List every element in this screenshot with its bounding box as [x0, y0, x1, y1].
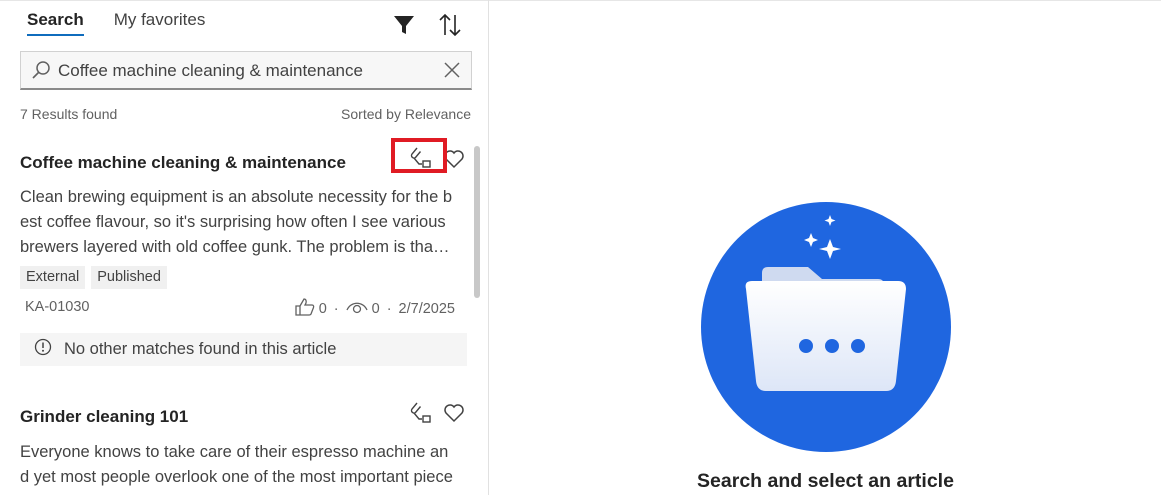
article-date: 2/7/2025 — [398, 301, 455, 317]
close-icon[interactable] — [443, 61, 461, 84]
empty-state-title: Search and select an article — [697, 470, 954, 492]
separator: · — [333, 301, 339, 317]
tag-list: External Published — [20, 266, 167, 289]
search-panel: Search My favorites 7 Results found Sort… — [0, 0, 489, 495]
filter-icon[interactable] — [393, 14, 415, 41]
tag-external: External — [20, 266, 86, 289]
tab-search[interactable]: Search — [27, 10, 84, 36]
article-excerpt: Everyone knows to take care of their esp… — [20, 443, 453, 495]
no-match-text: No other matches found in this article — [64, 340, 337, 358]
article-excerpt: Clean brewing equipment is an absolute n… — [20, 188, 453, 256]
link-record-icon[interactable] — [408, 400, 434, 424]
no-match-banner: No other matches found in this article — [20, 333, 467, 366]
view-count: 0 — [371, 301, 380, 317]
highlight-box — [391, 138, 447, 173]
results-count: 7 Results found — [20, 106, 118, 122]
article-body-wrapper: Everyone knows to take care of their esp… — [20, 440, 468, 495]
thumbs-up-icon — [295, 298, 315, 320]
article-id: KA-01030 — [25, 299, 90, 315]
article-body-wrapper: Clean brewing equipment is an absolute n… — [20, 185, 468, 260]
scrollbar-thumb[interactable] — [474, 146, 480, 298]
tag-published: Published — [91, 266, 167, 289]
eye-icon — [346, 300, 368, 318]
like-count: 0 — [318, 301, 327, 317]
search-input[interactable] — [58, 52, 428, 89]
article-title[interactable]: Grinder cleaning 101 — [20, 407, 468, 427]
separator: · — [386, 301, 392, 317]
article-stats: 0 · 0 · 2/7/2025 — [295, 298, 455, 320]
search-icon — [31, 60, 51, 85]
article-preview-panel: Search and select an article — [490, 0, 1161, 495]
tab-my-favorites[interactable]: My favorites — [114, 10, 206, 36]
empty-folder-illustration — [700, 201, 952, 458]
article-card[interactable]: Grinder cleaning 101 — [20, 407, 468, 427]
info-icon — [34, 338, 52, 361]
sort-arrows-icon[interactable] — [439, 13, 461, 42]
sort-label[interactable]: Sorted by Relevance — [341, 106, 471, 122]
tab-list: Search My favorites — [27, 10, 205, 36]
heart-icon[interactable] — [443, 403, 465, 425]
search-box — [20, 51, 472, 90]
